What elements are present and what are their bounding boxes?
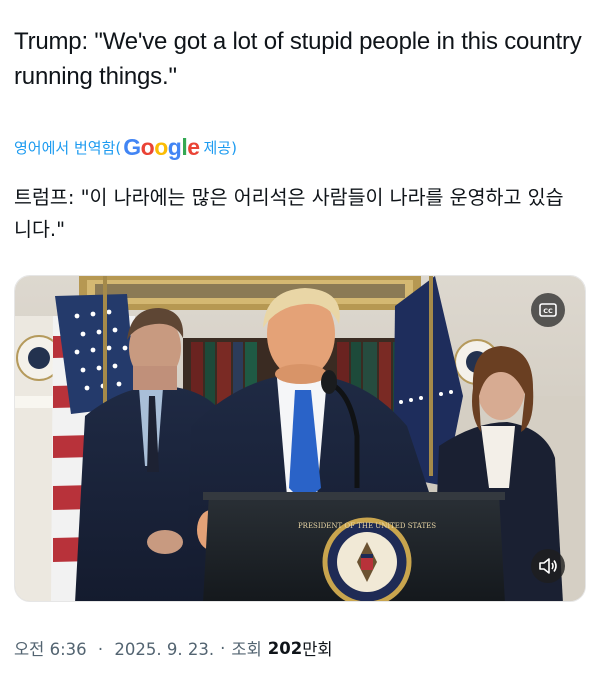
views-count: 202 <box>267 638 303 658</box>
google-logo: Google <box>123 133 200 160</box>
tweet-text: Trump: "We've got a lot of stupid people… <box>14 28 582 90</box>
views-unit: 만회 <box>302 640 333 659</box>
closed-captions-button[interactable]: CC <box>531 293 565 327</box>
translated-text: 트럼프: "이 나라에는 많은 어리석은 사람들이 나라를 운영하고 있습니다.… <box>14 186 564 241</box>
video-player[interactable]: PRESIDENT OF THE UNITED STATES CC <box>14 275 586 602</box>
tweet-metadata: 오전 6:36 · 2025. 9. 23. · 조회 202 만회 <box>14 636 333 660</box>
seal-text: PRESIDENT OF THE UNITED STATES <box>298 522 436 530</box>
tweet-time-link[interactable]: 오전 6:36 · 2025. 9. 23. <box>14 636 214 660</box>
video-frame: PRESIDENT OF THE UNITED STATES <box>15 276 585 601</box>
meta-separator: · <box>220 638 226 658</box>
translate-prefix: 영어에서 번역함( <box>14 138 122 157</box>
tweet-date: 2025. 9. 23. <box>114 640 215 659</box>
mute-button[interactable] <box>531 549 565 583</box>
views-label: 조회 <box>231 640 262 659</box>
closed-captions-icon: CC <box>539 303 557 317</box>
meta-separator: · <box>97 640 104 659</box>
speaker-icon <box>539 558 557 574</box>
translate-suffix: 제공) <box>203 138 237 157</box>
svg-text:CC: CC <box>543 307 553 315</box>
tweet-time: 오전 6:36 <box>14 640 87 659</box>
translation-attribution[interactable]: 영어에서 번역함( Google 제공) <box>14 131 237 163</box>
tweet: Trump: "We've got a lot of stupid people… <box>0 0 600 687</box>
